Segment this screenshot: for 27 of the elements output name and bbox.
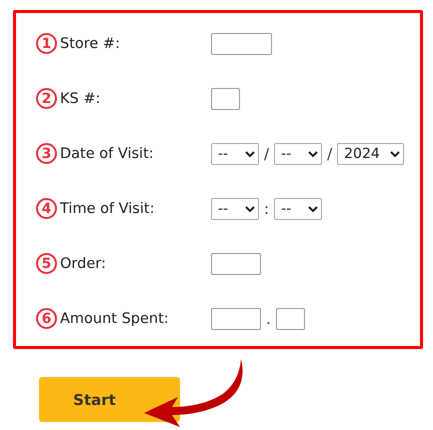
dropdown[interactable]: -- xyxy=(211,142,259,164)
input-field[interactable] xyxy=(211,308,261,330)
separator-text: / xyxy=(264,144,270,162)
field-label: Date of Visit: xyxy=(60,146,154,162)
dropdown[interactable]: -- xyxy=(274,142,322,164)
field-label: Store #: xyxy=(60,36,120,52)
step-number: 2 xyxy=(36,88,57,109)
input-field[interactable] xyxy=(211,252,261,274)
input-field[interactable] xyxy=(211,88,240,110)
step-number: 6 xyxy=(36,308,57,329)
field-label: Time of Visit: xyxy=(60,200,154,216)
step-number: 1 xyxy=(36,33,57,54)
separator-text: : xyxy=(264,200,270,218)
dropdown[interactable]: -- xyxy=(274,198,322,220)
step-number: 5 xyxy=(36,253,57,274)
field-label: KS #: xyxy=(60,90,100,106)
field-label: Order: xyxy=(60,256,106,272)
start-button[interactable]: Start xyxy=(39,377,180,422)
step-number: 4 xyxy=(36,198,57,219)
field-label: Amount Spent: xyxy=(60,310,169,326)
separator-text: . xyxy=(266,310,271,328)
dropdown[interactable]: -- xyxy=(211,198,259,220)
dropdown[interactable]: 2024 xyxy=(337,142,404,164)
step-number: 3 xyxy=(36,143,57,164)
separator-text: / xyxy=(327,144,332,162)
input-field[interactable] xyxy=(276,308,305,330)
input-field[interactable] xyxy=(211,32,272,54)
